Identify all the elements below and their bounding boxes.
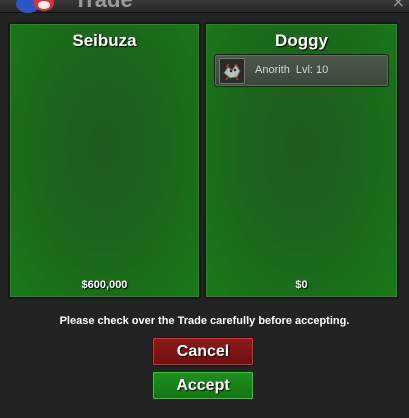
money-offer: $600,000 [81,279,128,291]
trader-panel-left: Seibuza $600,000 [8,22,201,299]
trade-instructions: Please check over the Trade carefully be… [59,315,350,327]
pokemon-level: Lvl: 10 [295,64,329,76]
trade-item-slot[interactable]: Anorith Lvl: 10 [214,54,389,87]
trader-name: Doggy [275,31,328,50]
trade-window: Trade × Seibuza $600,000 Doggy Anorith Lv… [0,0,409,418]
pokeball-icon [16,0,54,13]
window-title: Trade [74,0,133,13]
trader-name: Seibuza [72,31,137,50]
accept-button[interactable]: Accept [152,371,254,400]
anorith-icon [219,58,245,84]
money-offer: $0 [295,279,308,291]
trader-panel-right: Doggy Anorith Lvl: 10 $0 [204,22,399,299]
title-bar[interactable]: Trade × [0,0,409,13]
cancel-button[interactable]: Cancel [152,337,254,366]
close-icon[interactable]: × [392,0,405,10]
trade-item-label: Anorith Lvl: 10 [255,64,328,76]
pokemon-name: Anorith [255,64,290,76]
